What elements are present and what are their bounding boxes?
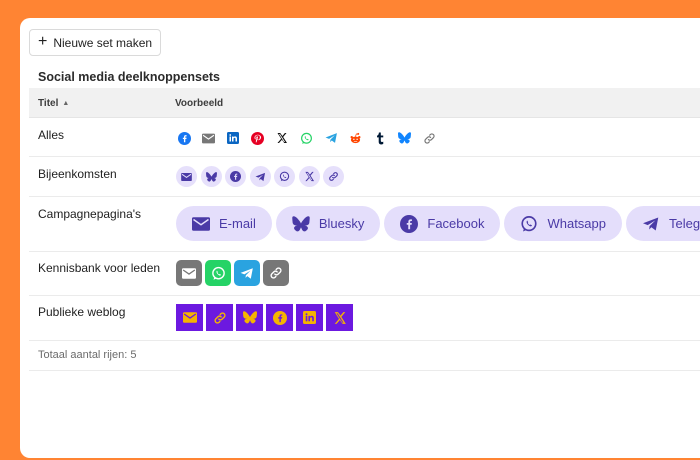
column-header-title[interactable]: Titel ▲: [38, 98, 69, 109]
link-icon[interactable]: [323, 166, 344, 187]
facebook-icon[interactable]: [266, 304, 293, 331]
table-row[interactable]: Kennisbank voor leden: [29, 252, 700, 296]
email-icon[interactable]: [176, 260, 202, 286]
facebook-icon: [400, 214, 419, 233]
sort-ascending-icon: ▲: [62, 100, 70, 107]
section-title: Social media deelknoppensets: [38, 70, 221, 84]
share-pill-telegram[interactable]: Telegra: [626, 206, 700, 241]
new-set-label: Nieuwe set maken: [53, 35, 153, 50]
email-icon[interactable]: [176, 166, 197, 187]
reddit-icon[interactable]: [348, 130, 364, 146]
bluesky-icon[interactable]: [200, 166, 222, 187]
new-set-button[interactable]: + Nieuwe set maken: [29, 29, 162, 56]
share-pill-label: E-mail: [219, 216, 256, 231]
email-icon: [192, 216, 210, 231]
share-pill-facebook[interactable]: Facebook: [384, 206, 501, 241]
link-icon[interactable]: [206, 304, 233, 331]
share-pill-label: Telegra: [669, 216, 700, 231]
row-title: Bijeenkomsten: [38, 167, 117, 181]
telegram-icon[interactable]: [234, 260, 260, 286]
email-icon[interactable]: [201, 130, 217, 146]
row-title: Publieke weblog: [38, 305, 126, 319]
row-count: Totaal aantal rijen: 5: [38, 349, 137, 361]
column-header-example: Voorbeeld: [175, 98, 224, 109]
table-row[interactable]: Campagnepagina's E-mail Bluesky Facebook…: [29, 197, 700, 252]
x-icon[interactable]: [274, 130, 290, 146]
facebook-icon[interactable]: [176, 130, 192, 146]
table-row[interactable]: Bijeenkomsten: [29, 157, 700, 197]
link-icon[interactable]: [263, 260, 289, 286]
link-icon[interactable]: [421, 130, 437, 146]
telegram-icon: [643, 216, 659, 231]
share-pill-label: Whatsapp: [547, 216, 607, 231]
row-title: Campagnepagina's: [38, 207, 142, 221]
share-pill-email[interactable]: E-mail: [176, 206, 272, 241]
linkedin-icon[interactable]: [296, 304, 323, 331]
linkedin-icon[interactable]: [225, 130, 241, 146]
bluesky-icon: [292, 215, 310, 231]
share-pill-bluesky[interactable]: Bluesky: [275, 206, 381, 241]
share-sets-panel: + Nieuwe set maken Social media deelknop…: [20, 18, 700, 458]
whatsapp-icon[interactable]: [205, 260, 231, 286]
tumblr-icon[interactable]: [372, 130, 388, 146]
column-title-label: Titel: [38, 98, 59, 109]
whatsapp-icon[interactable]: [299, 130, 315, 146]
pinterest-icon[interactable]: [250, 130, 266, 146]
share-pill-label: Facebook: [427, 216, 485, 231]
x-icon[interactable]: [298, 166, 320, 187]
table-row[interactable]: Publieke weblog: [29, 296, 700, 341]
telegram-icon[interactable]: [249, 166, 271, 187]
table-header: Titel ▲ Voorbeeld: [29, 88, 700, 118]
email-icon[interactable]: [176, 304, 203, 331]
bluesky-icon[interactable]: [236, 304, 263, 331]
whatsapp-icon: [521, 215, 538, 231]
plus-icon: +: [38, 32, 48, 50]
whatsapp-icon[interactable]: [274, 166, 295, 187]
row-title: Kennisbank voor leden: [38, 261, 161, 275]
telegram-icon[interactable]: [323, 130, 339, 146]
row-title: Alles: [38, 128, 65, 142]
share-pill-whatsapp[interactable]: Whatsapp: [504, 206, 623, 241]
table-footer: Totaal aantal rijen: 5: [29, 341, 700, 371]
bluesky-icon[interactable]: [397, 130, 413, 146]
share-pill-label: Bluesky: [318, 216, 365, 231]
facebook-icon[interactable]: [225, 166, 246, 187]
table-row[interactable]: Alles: [29, 118, 700, 157]
x-icon[interactable]: [326, 304, 353, 331]
